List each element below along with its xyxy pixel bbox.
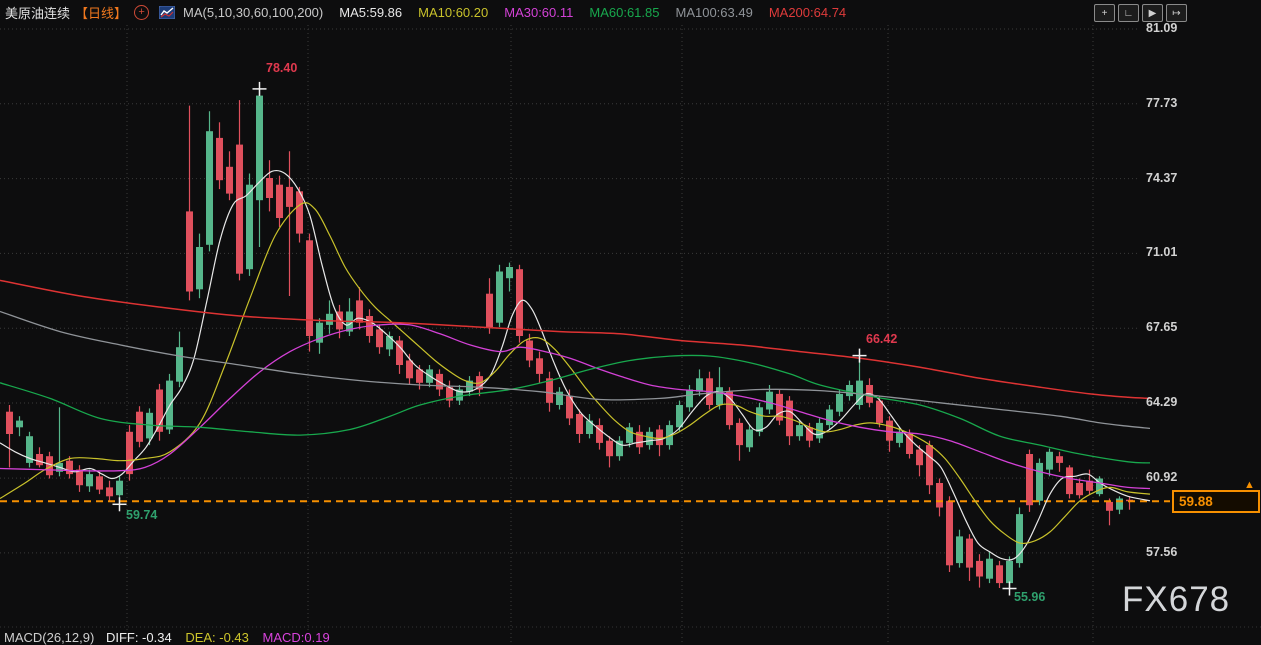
macd-pane-header: MACD(26,12,9) DIFF: -0.34 DEA: -0.43 MAC… xyxy=(4,630,330,645)
chart-toolbar: + ∟ ▶ ↦ xyxy=(1094,4,1187,22)
current-price-value: 59.88 xyxy=(1179,494,1213,509)
axis-tick-label: 77.73 xyxy=(1146,96,1177,110)
macd-dea-value: DEA: -0.43 xyxy=(185,630,249,645)
macd-diff-value: DIFF: -0.34 xyxy=(106,630,172,645)
period-label[interactable]: 【日线】 xyxy=(75,3,127,22)
shift-right-icon[interactable]: ↦ xyxy=(1166,4,1187,22)
ma5-value: MA5:59.86 xyxy=(339,5,402,20)
mini-chart-logo-icon[interactable] xyxy=(159,6,175,19)
add-circle-icon[interactable]: + xyxy=(134,5,149,20)
axis-tick-label: 67.65 xyxy=(1146,320,1177,334)
crosshair-icon[interactable]: + xyxy=(1094,4,1115,22)
price-annotation: 78.40 xyxy=(266,61,297,75)
axis-tick-label: 64.29 xyxy=(1146,395,1177,409)
ma60-value: MA60:61.85 xyxy=(589,5,659,20)
ma200-value: MA200:64.74 xyxy=(769,5,846,20)
symbol-name: 美原油连续 xyxy=(5,3,70,22)
watermark: FX678 xyxy=(1122,580,1230,620)
trading-app: { "header": { "symbol": "美原油连续", "period… xyxy=(0,0,1261,642)
macd-params: MACD(26,12,9) xyxy=(4,630,94,645)
price-annotation: 66.42 xyxy=(866,332,897,346)
axis-tick-label: 74.37 xyxy=(1146,171,1177,185)
axis-tick-label: 71.01 xyxy=(1146,245,1177,259)
macd-macd-value: MACD:0.19 xyxy=(263,630,330,645)
candlestick-chart[interactable] xyxy=(0,0,1261,642)
price-annotation: 55.96 xyxy=(1014,590,1045,604)
ma30-value: MA30:60.11 xyxy=(504,5,573,20)
ma100-value: MA100:63.49 xyxy=(675,5,752,20)
ma10-value: MA10:60.20 xyxy=(418,5,488,20)
chart-header: 美原油连续 【日线】 + MA(5,10,30,60,100,200) MA5:… xyxy=(0,0,846,24)
axis-tick-label: 81.09 xyxy=(1146,21,1177,35)
ma-settings-label: MA(5,10,30,60,100,200) xyxy=(183,5,323,20)
axis-play-icon[interactable]: ▶ xyxy=(1142,4,1163,22)
current-price-tag: 59.88 xyxy=(1172,490,1260,513)
axis-tick-label: 60.92 xyxy=(1146,470,1177,484)
axis-scale-icon[interactable]: ∟ xyxy=(1118,4,1139,22)
price-annotation: 59.74 xyxy=(126,508,157,522)
price-up-arrow-icon: ▲ xyxy=(1244,479,1255,491)
axis-tick-label: 57.56 xyxy=(1146,545,1177,559)
